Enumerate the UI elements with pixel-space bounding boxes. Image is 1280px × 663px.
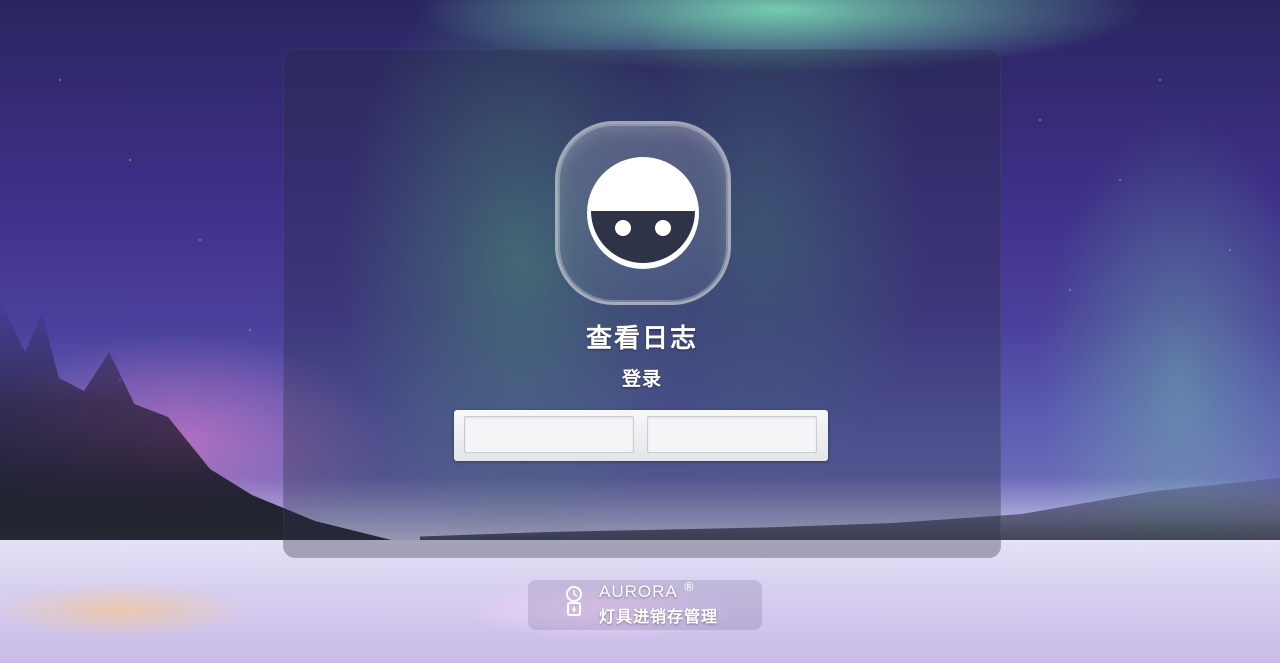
username-input[interactable]: [464, 416, 634, 453]
brand-name: AURORA: [599, 582, 678, 601]
registered-mark: ®: [683, 580, 695, 594]
lamp-icon: [566, 586, 582, 616]
avatar-left-eye: [615, 220, 631, 236]
avatar-right-eye: [655, 220, 671, 236]
page-title: 查看日志: [585, 324, 698, 354]
password-input[interactable]: [647, 416, 817, 453]
light-glow: [0, 560, 260, 650]
brand-subtitle: 灯具进销存管理: [599, 607, 719, 626]
login-form: [454, 410, 828, 461]
login-heading: 登录: [621, 368, 662, 390]
